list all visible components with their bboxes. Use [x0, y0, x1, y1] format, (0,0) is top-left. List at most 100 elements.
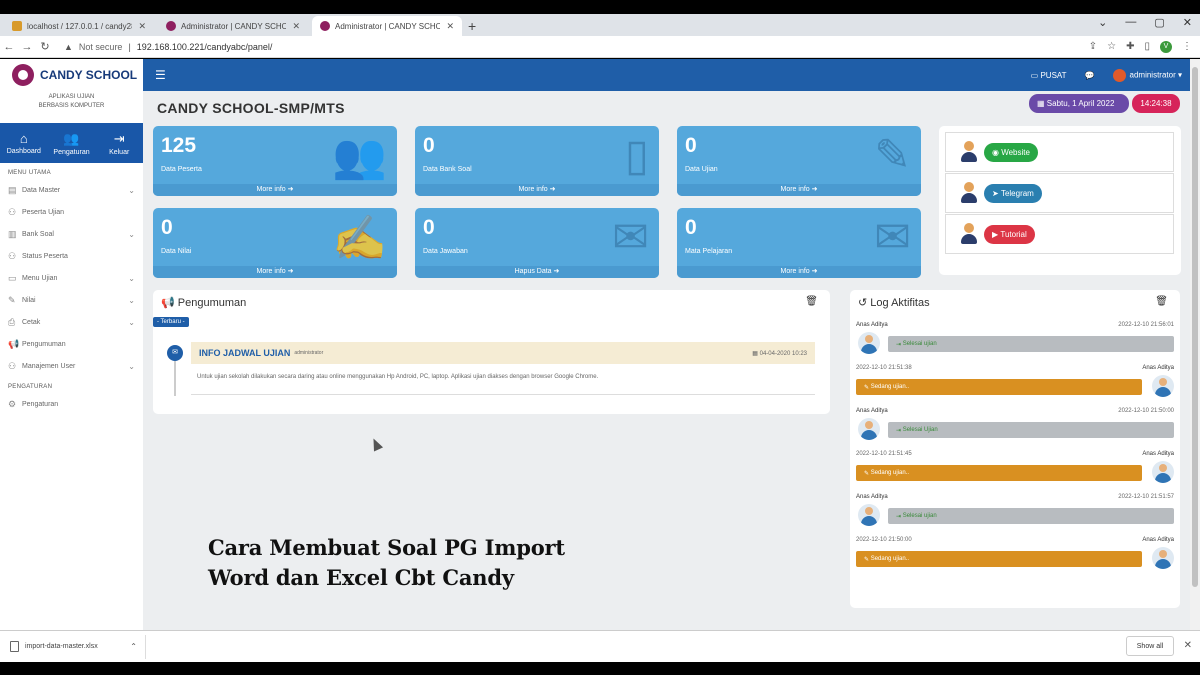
url-separator: |: [128, 41, 131, 52]
more-info-link[interactable]: More info ➜: [153, 184, 397, 196]
tab-title: Administrator | CANDY SCHOOL: [181, 21, 287, 31]
browser-tab-active[interactable]: Administrator | CANDY SCHOOL ✕: [312, 16, 462, 36]
settings-icon: ⚙: [8, 398, 17, 409]
browser-tab[interactable]: Administrator | CANDY SCHOOL ✕: [158, 16, 308, 36]
monitor-icon: ▭: [8, 272, 17, 283]
stat-value: 125: [161, 134, 197, 157]
sidebar-item-data-master[interactable]: ▤ Data Master ⌄: [0, 179, 143, 201]
brand-tagline: APLIKASI UJIAN BERBASIS KOMPUTER: [38, 94, 105, 109]
more-label: More info: [780, 268, 810, 275]
sidebar-item-pengaturan[interactable]: ⚙ Pengaturan: [0, 393, 143, 415]
sidebar: CANDY SCHOOL APLIKASI UJIAN BERBASIS KOM…: [0, 59, 143, 630]
show-all-button[interactable]: Show all: [1126, 636, 1174, 656]
grade-icon: ✎: [8, 294, 16, 305]
tab-search-icon[interactable]: ⌄: [1098, 16, 1107, 29]
hamburger-menu-icon[interactable]: ☰: [155, 68, 166, 82]
extensions-icon[interactable]: ✚: [1126, 41, 1134, 52]
user-admin-icon: ⚇: [8, 360, 17, 371]
log-message: ⇥ Selesai ujian: [888, 508, 1174, 524]
scrollbar-thumb[interactable]: [1192, 67, 1198, 587]
profile-avatar[interactable]: V: [1160, 40, 1172, 53]
minimize-icon[interactable]: —: [1125, 16, 1136, 29]
sidebar-item-nilai[interactable]: ✎ Nilai ⌄: [0, 289, 143, 311]
log-user: Anas Aditya: [1142, 451, 1174, 457]
announcement-body: Untuk ujian sekolah dilakukan secara dar…: [197, 374, 599, 380]
forward-icon[interactable]: →: [18, 41, 36, 53]
more-info-link[interactable]: More info ➜: [153, 266, 397, 278]
close-tab-icon[interactable]: ✕: [292, 21, 300, 32]
sidebar-item-status-peserta[interactable]: ⚇ Status Peserta: [0, 245, 143, 267]
browser-tab[interactable]: localhost / 127.0.0.1 / candy28... ✕: [4, 16, 154, 36]
brand-logo[interactable]: CANDY SCHOOL: [0, 59, 143, 91]
close-window-icon[interactable]: ✕: [1183, 16, 1192, 29]
latest-badge: - Terbaru -: [153, 317, 189, 327]
bookmark-star-icon[interactable]: ☆: [1107, 41, 1116, 52]
quick-logout-button[interactable]: ⇥ Keluar: [95, 123, 143, 163]
quick-settings-button[interactable]: 👥 Pengaturan: [48, 123, 96, 163]
sidebar-item-bank-soal[interactable]: ▥ Bank Soal ⌄: [0, 223, 143, 245]
browser-menu-icon[interactable]: ⋮: [1182, 41, 1192, 52]
avatar: [858, 418, 880, 440]
back-icon[interactable]: ←: [0, 41, 18, 53]
sidebar-item-peserta-ujian[interactable]: ⚇ Peserta Ujian: [0, 201, 143, 223]
chevron-up-icon[interactable]: ⌃: [130, 642, 137, 651]
time-badge: 14:24:38: [1132, 94, 1180, 113]
stat-card-nilai: 0 Data Nilai ✍ More info ➜: [153, 208, 397, 278]
username: administrator: [1129, 70, 1176, 80]
log-message-text: Selesai Ujian: [902, 427, 938, 433]
sidebar-item-label: Manajemen User: [22, 362, 76, 370]
file-icon: [10, 641, 19, 652]
sidebar-item-label: Pengumuman: [22, 340, 66, 348]
tutorial-button[interactable]: ▶ Tutorial: [984, 224, 1035, 244]
chevron-down-icon: ⌄: [128, 273, 135, 283]
download-item[interactable]: import-data-master.xlsx ⌃: [10, 634, 146, 659]
more-info-link[interactable]: More info ➜: [677, 266, 921, 278]
more-info-link[interactable]: More info ➜: [415, 184, 659, 196]
maximize-icon[interactable]: ▢: [1154, 16, 1164, 29]
status-icon: ⚇: [8, 250, 17, 261]
trash-icon[interactable]: 🗑: [805, 296, 818, 307]
security-label: Not secure: [78, 41, 123, 52]
log-user: Anas Aditya: [1142, 365, 1174, 371]
video-caption: Cara Membuat Soal PG Import Word dan Exc…: [208, 533, 565, 593]
more-label: More info: [256, 268, 286, 275]
sidebar-item-cetak[interactable]: ⎙ Cetak ⌄: [0, 311, 143, 333]
url-field[interactable]: ▲ Not secure | 192.168.100.221/candyabc/…: [64, 42, 272, 52]
sidepanel-icon[interactable]: ▯: [1144, 41, 1150, 52]
divider: [191, 394, 815, 395]
close-tab-icon[interactable]: ✕: [446, 21, 454, 32]
avatar: [858, 504, 880, 526]
hapus-data-link[interactable]: Hapus Data ➜: [415, 266, 659, 278]
chat-icon[interactable]: 💬: [1085, 71, 1095, 80]
stat-value: 0: [423, 134, 435, 157]
sidebar-item-manajemen-user[interactable]: ⚇ Manajemen User ⌄: [0, 355, 143, 377]
sidebar-item-label: Nilai: [22, 296, 36, 304]
close-tab-icon[interactable]: ✕: [138, 21, 146, 32]
sidebar-item-menu-ujian[interactable]: ▭ Menu Ujian ⌄: [0, 267, 143, 289]
log-entry: 2022-12-10 21:50:00 Anas Aditya ✎ Sedang…: [856, 537, 1174, 580]
stat-card-jawaban: 0 Data Jawaban ✉ Hapus Data ➜: [415, 208, 659, 278]
avatar: [858, 332, 880, 354]
pusat-button[interactable]: ▭ PUSAT: [1031, 71, 1067, 80]
download-filename: import-data-master.xlsx: [25, 643, 98, 650]
quick-dashboard-button[interactable]: ⌂ Dashboard: [0, 123, 48, 163]
log-entry: Anas Aditya 2022-12-10 21:50:00 ⇥ Selesa…: [856, 408, 1174, 451]
trash-icon[interactable]: 🗑: [1155, 296, 1168, 307]
more-info-link[interactable]: More info ➜: [677, 184, 921, 196]
sidebar-item-pengumuman[interactable]: 📢 Pengumuman: [0, 333, 143, 355]
telegram-button[interactable]: ➤ Telegram: [984, 183, 1042, 203]
close-icon[interactable]: ✕: [1184, 640, 1192, 651]
sidebar-item-label: Data Master: [22, 186, 61, 194]
candy-logo-icon: [12, 64, 34, 86]
page-title: CANDY SCHOOL-SMP/MTS: [157, 100, 345, 116]
reload-icon[interactable]: ↻: [36, 40, 54, 53]
candy-favicon-icon: [166, 21, 176, 31]
share-icon[interactable]: ⇪: [1089, 41, 1097, 52]
stat-label: Data Nilai: [161, 248, 192, 255]
more-label: More info: [780, 186, 810, 193]
page-scrollbar[interactable]: [1190, 59, 1200, 630]
sidebar-item-label: Menu Ujian: [22, 274, 58, 282]
user-menu[interactable]: administrator ▾: [1112, 68, 1182, 82]
website-button[interactable]: ◉ Website: [984, 142, 1038, 162]
new-tab-button[interactable]: +: [468, 16, 476, 36]
